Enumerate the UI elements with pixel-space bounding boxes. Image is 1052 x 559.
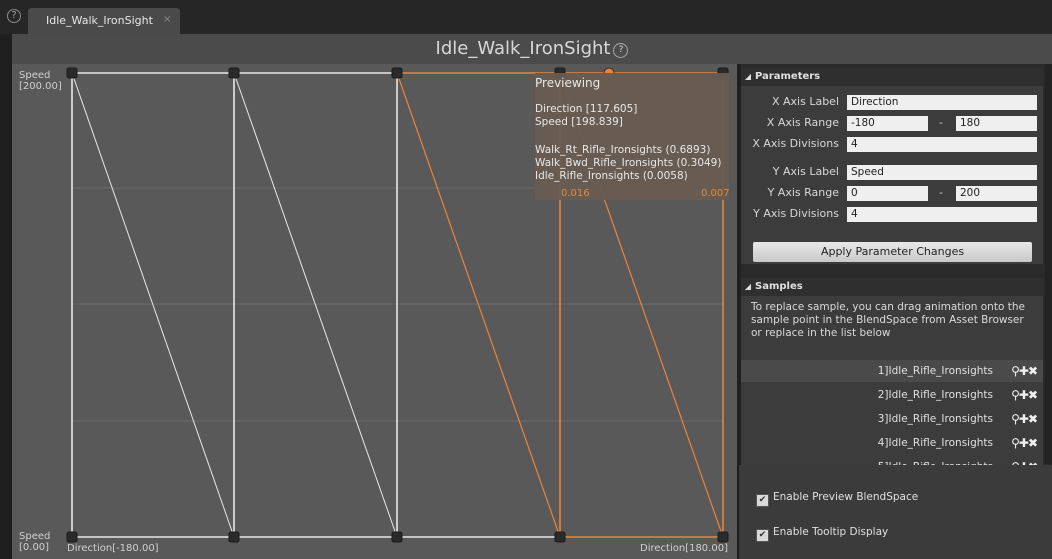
y-axis-range-max-field[interactable]: 200 [956,186,1037,201]
parameters-header[interactable]: ◢ Parameters [741,68,1043,86]
x-axis-divisions-caption: X Axis Divisions [752,137,839,150]
checkbox-checked-icon[interactable]: ✔ [756,494,769,507]
y-axis-label-caption: Y Axis Label [772,165,839,178]
sample-list-item[interactable]: 5]Idle_Rifle_Ironsights ⚲✚✖ [741,456,1043,465]
sample-list-item[interactable]: 3]Idle_Rifle_Ironsights ⚲✚✖ [741,408,1043,430]
sample-list-item[interactable]: 1]Idle_Rifle_Ironsights ⚲✚✖ [741,360,1043,382]
sample-row-actions-icon[interactable]: ⚲✚✖ [1011,408,1038,430]
samples-description: To replace sample, you can drag animatio… [751,301,1025,339]
enable-tooltip-checkbox[interactable]: ✔ Enable Tooltip Display [756,525,888,542]
editor-title-bar: Idle_Walk_IronSight? [12,34,1052,64]
tooltip-speed: Speed [198.839] [535,116,623,128]
sample-row-actions-icon[interactable]: ⚲✚✖ [1011,384,1038,406]
range-separator: - [939,116,943,129]
blendspace-graph[interactable]: Previewing Direction [117.605] Speed [19… [12,64,737,559]
sample-weight-label: 0.016 [561,188,590,199]
help-icon[interactable]: ? [7,9,21,23]
title-help-icon[interactable]: ? [613,43,629,58]
collapse-triangle-icon[interactable]: ◢ [741,278,755,296]
enable-preview-label: Enable Preview BlendSpace [773,491,919,503]
tab-close-icon[interactable]: × [163,14,171,25]
details-scrollbar[interactable] [1045,64,1052,464]
checkbox-checked-icon[interactable]: ✔ [756,529,769,542]
x-axis-range-min-field[interactable]: -180 [847,116,928,131]
sample-row-actions-icon[interactable]: ⚲✚✖ [1011,432,1038,454]
samples-header-label: Samples [755,281,803,292]
y-axis-max-label: Speed [200.00] [19,70,62,92]
y-axis-min-label: Speed [0.00] [19,531,51,553]
sample-row-actions-icon[interactable]: ⚲✚✖ [1011,360,1038,382]
tooltip-sample: Walk_Bwd_Rifle_Ironsights (0.3049) [535,157,722,169]
tooltip-sample: Walk_Rt_Rifle_Ironsights (0.6893) [535,144,711,156]
tab-blendspace[interactable]: Idle_Walk_IronSight × [28,8,180,34]
y-axis-divisions-field[interactable]: 4 [847,207,1037,222]
preview-tooltip: Previewing Direction [117.605] Speed [19… [535,73,729,200]
tab-label: Idle_Walk_IronSight [46,14,153,27]
sample-name: 3]Idle_Rifle_Ironsights [877,413,993,425]
sample-name: 1]Idle_Rifle_Ironsights [877,365,993,377]
apply-parameter-changes-button[interactable]: Apply Parameter Changes [753,242,1032,262]
enable-tooltip-label: Enable Tooltip Display [773,526,889,538]
x-axis-divisions-field[interactable]: 4 [847,137,1037,152]
samples-section: ◢ Samples To replace sample, you can drag… [741,278,1043,465]
sample-name: 4]Idle_Rifle_Ironsights [877,437,993,449]
sample-row-actions-icon[interactable]: ⚲✚✖ [1011,456,1038,465]
preview-options: ✔ Enable Preview BlendSpace ✔ Enable Toolt… [739,465,1052,559]
y-axis-range-caption: Y Axis Range [767,186,839,199]
y-axis-divisions-caption: Y Axis Divisions [753,207,839,220]
editor-title: Idle_Walk_IronSight [435,38,611,59]
y-axis-label-field[interactable]: Speed [847,165,1037,180]
x-axis-max-label: Direction[180.00] [640,543,728,554]
tooltip-title: Previewing [535,76,601,90]
parameters-section: ◢ Parameters X Axis Label Direction X Axi… [741,68,1043,264]
samples-header[interactable]: ◢ Samples [741,278,1043,296]
enable-preview-checkbox[interactable]: ✔ Enable Preview BlendSpace [756,490,918,507]
sample-name: 5]Idle_Rifle_Ironsights [878,456,993,465]
tooltip-sample: Idle_Rifle_Ironsights (0.0058) [535,170,688,182]
range-separator: - [939,186,943,199]
x-axis-min-label: Direction[-180.00] [67,543,159,554]
x-axis-label-field[interactable]: Direction [847,95,1037,110]
x-axis-range-max-field[interactable]: 180 [956,116,1037,131]
triangulation-lines [71,72,560,538]
sample-list-item[interactable]: 4]Idle_Rifle_Ironsights ⚲✚✖ [741,432,1043,454]
sample-name: 2]Idle_Rifle_Ironsights [877,389,993,401]
tooltip-direction: Direction [117.605] [535,103,638,115]
x-axis-range-caption: X Axis Range [766,116,839,129]
tab-bar: ? Idle_Walk_IronSight × [0,0,1052,34]
x-axis-label-caption: X Axis Label [771,95,839,108]
parameters-header-label: Parameters [755,71,821,82]
collapse-triangle-icon[interactable]: ◢ [741,68,755,86]
sample-list-item[interactable]: 2]Idle_Rifle_Ironsights ⚲✚✖ [741,384,1043,406]
sample-weight-label: 0.007 [701,188,730,199]
y-axis-range-min-field[interactable]: 0 [847,186,928,201]
